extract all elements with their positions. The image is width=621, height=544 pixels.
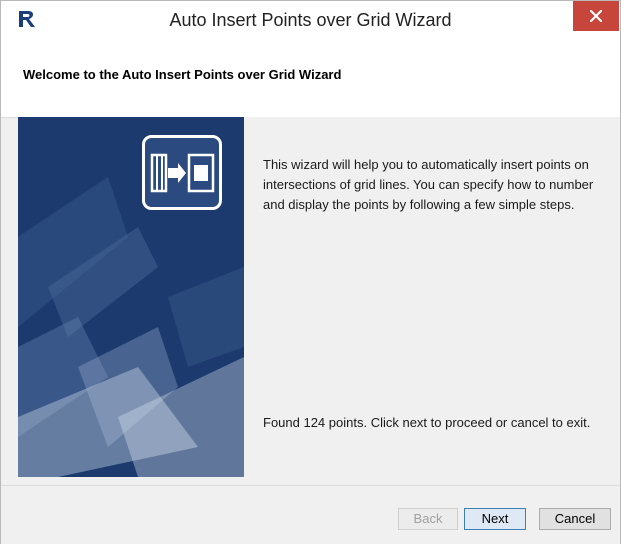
insert-points-icon [142,135,222,210]
window-title: Auto Insert Points over Grid Wizard [169,10,452,30]
cancel-button[interactable]: Cancel [539,508,611,530]
revit-app-icon[interactable] [17,10,35,28]
wizard-banner [18,117,244,477]
status-text: Found 124 points. Click next to proceed … [263,415,591,430]
page-title: Welcome to the Auto Insert Points over G… [23,67,342,82]
wizard-header: Welcome to the Auto Insert Points over G… [1,39,620,118]
button-bar: Back Next Cancel [1,485,620,544]
wizard-window: Auto Insert Points over Grid Wizard Welc… [0,0,621,544]
next-button[interactable]: Next [464,508,526,530]
close-icon [589,9,603,23]
close-button[interactable] [573,1,619,31]
back-button[interactable]: Back [398,508,458,530]
wizard-content: This wizard will help you to automatical… [244,117,620,477]
title-bar: Auto Insert Points over Grid Wizard [1,1,620,39]
intro-text: This wizard will help you to automatical… [263,157,594,212]
